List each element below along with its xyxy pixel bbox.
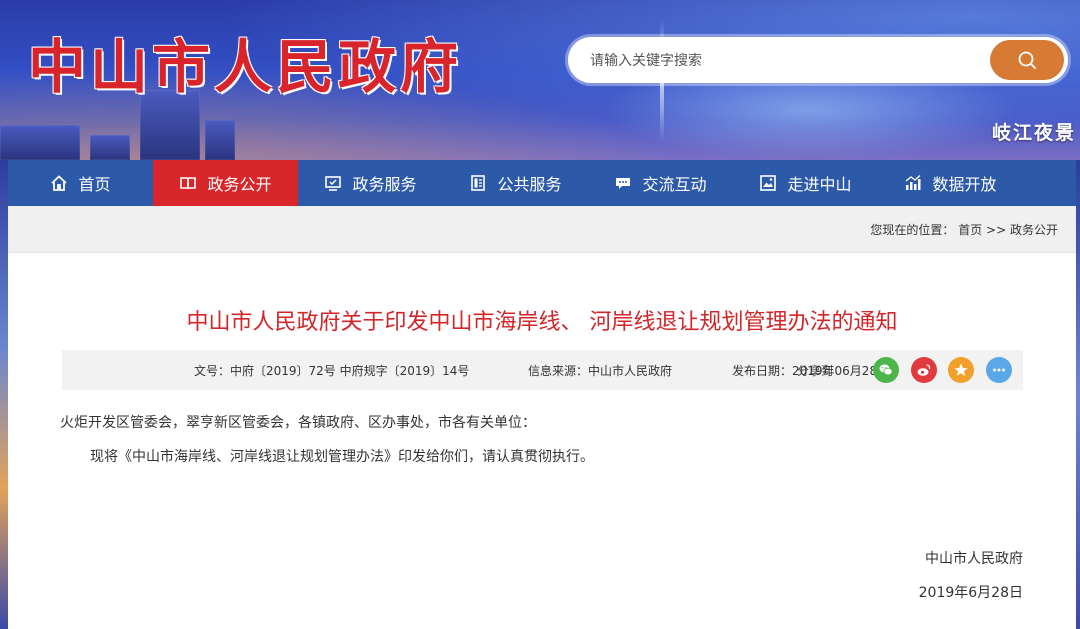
document-icon xyxy=(471,175,486,191)
nav-item-label: 数据开放 xyxy=(932,175,997,194)
nav-item-gov-services[interactable]: 政务服务 xyxy=(298,160,443,206)
home-icon xyxy=(51,175,68,191)
share-label: 分享到 xyxy=(797,364,834,378)
picture-icon xyxy=(760,175,777,191)
banner-building xyxy=(205,120,235,160)
chat-icon xyxy=(616,178,631,189)
share-wechat-button[interactable] xyxy=(873,357,899,383)
signature-date: 2019年6月28日 xyxy=(918,585,1023,601)
header-banner: 中山市人民政府 岐江夜景 xyxy=(0,0,1080,160)
side-decor-right xyxy=(1076,160,1080,629)
doc-number: 文号：中府〔2019〕72号 中府规字〔2019〕14号 xyxy=(194,364,470,378)
breadcrumb-prefix: 您现在的位置： xyxy=(870,223,955,237)
breadcrumb-separator: >> xyxy=(986,223,1007,237)
site-logo[interactable]: 中山市人民政府 xyxy=(28,22,462,112)
nav-item-label: 交流互动 xyxy=(642,175,707,194)
nav-item-label: 政务服务 xyxy=(352,175,417,194)
weibo-icon xyxy=(917,364,931,376)
side-decor-left xyxy=(0,160,8,629)
recipients-line: 火炬开发区管委会，翠亨新区管委会，各镇政府、区办事处，市各有关单位： xyxy=(60,415,536,431)
nav-item-open-data[interactable]: 数据开放 xyxy=(878,160,1023,206)
share-more-button[interactable] xyxy=(986,357,1012,383)
article-title: 中山市人民政府关于印发中山市海岸线、 河岸线退让规划管理办法的通知 xyxy=(186,310,898,335)
info-source: 信息来源：中山市人民政府 xyxy=(528,364,673,378)
monitor-icon xyxy=(325,176,342,191)
nav-item-label: 政务公开 xyxy=(207,175,272,194)
banner-building xyxy=(90,135,130,160)
nav-item-public-services[interactable]: 公共服务 xyxy=(443,160,588,206)
bar-chart-icon xyxy=(906,174,921,190)
book-icon xyxy=(180,177,197,190)
nav-item-interaction[interactable]: 交流互动 xyxy=(588,160,733,206)
share-qzone-button[interactable] xyxy=(948,357,974,383)
breadcrumb: 您现在的位置： 首页 >> 政务公开 xyxy=(870,221,1058,238)
more-icon xyxy=(993,368,1005,372)
signature-org: 中山市人民政府 xyxy=(925,551,1023,567)
article-meta-bar: 文号：中府〔2019〕72号 中府规字〔2019〕14号 信息来源：中山市人民政… xyxy=(62,350,1023,390)
nav-item-label: 走进中山 xyxy=(787,175,852,194)
banner-building xyxy=(0,125,80,160)
nav-item-gov-affairs[interactable]: 政务公开 xyxy=(153,160,298,206)
body-paragraph: 现将《中山市海岸线、河岸线退让规划管理办法》印发给你们，请认真贯彻执行。 xyxy=(90,449,594,465)
scenic-caption: 岐江夜景 xyxy=(991,122,1076,144)
star-icon xyxy=(954,363,968,376)
nav-item-about-zhongshan[interactable]: 走进中山 xyxy=(733,160,878,206)
main-nav: 首页 政务公开 政务服务 公共服务 交流互动 走进中山 数据开放 xyxy=(8,160,1076,206)
breadcrumb-current-link[interactable]: 政务公开 xyxy=(1010,223,1058,237)
search-button[interactable] xyxy=(990,40,1064,80)
breadcrumb-home-link[interactable]: 首页 xyxy=(958,223,982,237)
breadcrumb-bar: 您现在的位置： 首页 >> 政务公开 xyxy=(8,206,1076,253)
nav-item-label: 首页 xyxy=(78,175,111,194)
share-weibo-button[interactable] xyxy=(911,357,937,383)
wechat-icon xyxy=(879,364,893,376)
nav-item-label: 公共服务 xyxy=(497,175,562,194)
search-icon xyxy=(1018,51,1036,69)
search-input[interactable] xyxy=(588,37,992,85)
search-box xyxy=(568,37,1068,85)
main-content: 您现在的位置： 首页 >> 政务公开 中山市人民政府关于印发中山市海岸线、 河岸… xyxy=(8,206,1076,629)
nav-item-home[interactable]: 首页 xyxy=(8,160,153,206)
